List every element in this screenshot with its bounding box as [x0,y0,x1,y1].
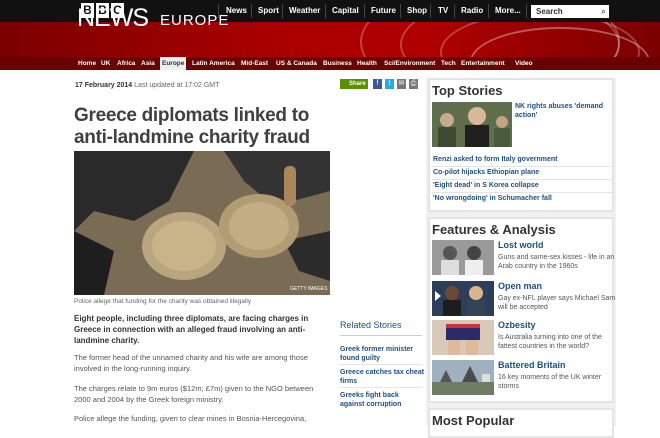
article-lead: Eight people, including three diplomats,… [74,314,309,345]
feature-image[interactable] [432,281,494,316]
nav-separator [488,4,489,18]
feature-title-link[interactable]: Open man [498,281,542,291]
feature-summary: 16 key moments of the UK winter storms [498,374,602,390]
top-story-link[interactable]: 'No wrongdoing' in Schumacher fall [431,194,614,204]
section-home[interactable]: Home [78,57,96,70]
top-story-link[interactable]: Co-pilot hijacks Ethiopian plane [431,168,614,178]
nav-separator [325,4,326,18]
top-story-link[interactable]: 'Eight dead' in S Korea collapse [431,181,614,191]
nav-separator [430,4,431,18]
section-entertainment[interactable]: Entertainment [461,57,505,70]
divider [431,192,614,193]
related-story-link[interactable]: Greeks fight back against corruption [340,391,425,409]
section-uk[interactable]: UK [101,57,110,70]
section-tech[interactable]: Tech [441,57,456,70]
divider [340,387,422,388]
feature-image[interactable] [432,320,494,355]
nav-separator [454,4,455,18]
article-paragraph: The charges relate to 9m euros ($12m; £7… [74,384,314,404]
article-paragraph: Police allege the funding, given to clea… [74,414,307,423]
nav-separator [251,4,252,18]
feature-summary: Is Australia turning into one of the fat… [498,334,602,350]
nav-shop[interactable]: Shop [407,0,427,22]
section-business[interactable]: Business [323,57,352,70]
divider [340,335,422,336]
section-africa[interactable]: Africa [117,57,135,70]
nav-more[interactable]: More... [495,0,521,22]
nav-separator [400,4,401,18]
article-image [74,151,330,295]
image-credit: GETTY IMAGES [290,286,328,292]
divider [340,364,422,365]
features-heading: Features & Analysis [432,222,556,237]
article-paragraph: The former head of the unnamed charity a… [74,353,308,373]
divider [431,166,614,167]
article-date: 17 February 2014 [75,82,133,89]
nav-capital[interactable]: Capital [332,0,359,22]
print-icon[interactable]: ⎙ [409,79,418,89]
top-story-link[interactable]: Renzi asked to form Italy government [431,155,614,165]
image-caption: Police allege that funding for the chari… [74,298,252,305]
nav-separator [526,4,527,18]
nav-weather[interactable]: Weather [289,0,320,22]
section-asia[interactable]: Asia [141,57,155,70]
feature-title-link[interactable]: Battered Britain [498,360,566,370]
share-button[interactable]: Share [340,79,368,89]
feature-title-link[interactable]: Lost world [498,240,544,250]
nav-radio[interactable]: Radio [461,0,483,22]
related-story-link[interactable]: Greece catches tax cheat firms [340,368,425,386]
top-story-image[interactable] [432,102,512,147]
email-icon[interactable]: ✉ [397,79,406,89]
nav-sport[interactable]: Sport [258,0,279,22]
related-story-link[interactable]: Greek former minister found guilty [340,345,425,363]
masthead-title[interactable]: NEWS [77,4,149,32]
section-mid-east[interactable]: Mid-East [241,57,268,70]
section-latin-america[interactable]: Latin America [192,57,235,70]
nav-future[interactable]: Future [371,0,396,22]
feature-summary: Gay ex-NFL player says Michael Sam will … [498,295,616,311]
nav-separator [282,4,283,18]
section-europe[interactable]: Europe [160,57,187,70]
masthead-edition: EUROPE [160,12,230,29]
feature-summary: Guns and same-sex kisses - life in an Ar… [498,254,615,270]
twitter-icon[interactable]: t [385,79,394,89]
share-label: Share [349,81,366,87]
feature-image[interactable] [432,240,494,275]
section-sci-environment[interactable]: Sci/Environment [384,57,435,70]
feature-image[interactable] [432,360,494,395]
divider [431,179,614,180]
section-us-canada[interactable]: US & Canada [276,57,317,70]
nav-tv[interactable]: TV [438,0,448,22]
search-icon[interactable]: ⌕ [598,5,609,18]
top-story-lead-link[interactable]: NK rights abuses 'demand action' [515,102,613,120]
top-stories-heading: Top Stories [432,83,503,98]
article-updated: Last updated at 17:02 GMT [134,82,220,89]
article-dateline: 17 February 2014 Last updated at 17:02 G… [75,82,219,89]
feature-title-link[interactable]: Ozbesity [498,320,536,330]
related-stories-heading: Related Stories [340,320,402,330]
facebook-icon[interactable]: f [373,79,382,89]
section-video[interactable]: Video [515,57,533,70]
nav-separator [364,4,365,18]
section-health[interactable]: Health [357,57,377,70]
